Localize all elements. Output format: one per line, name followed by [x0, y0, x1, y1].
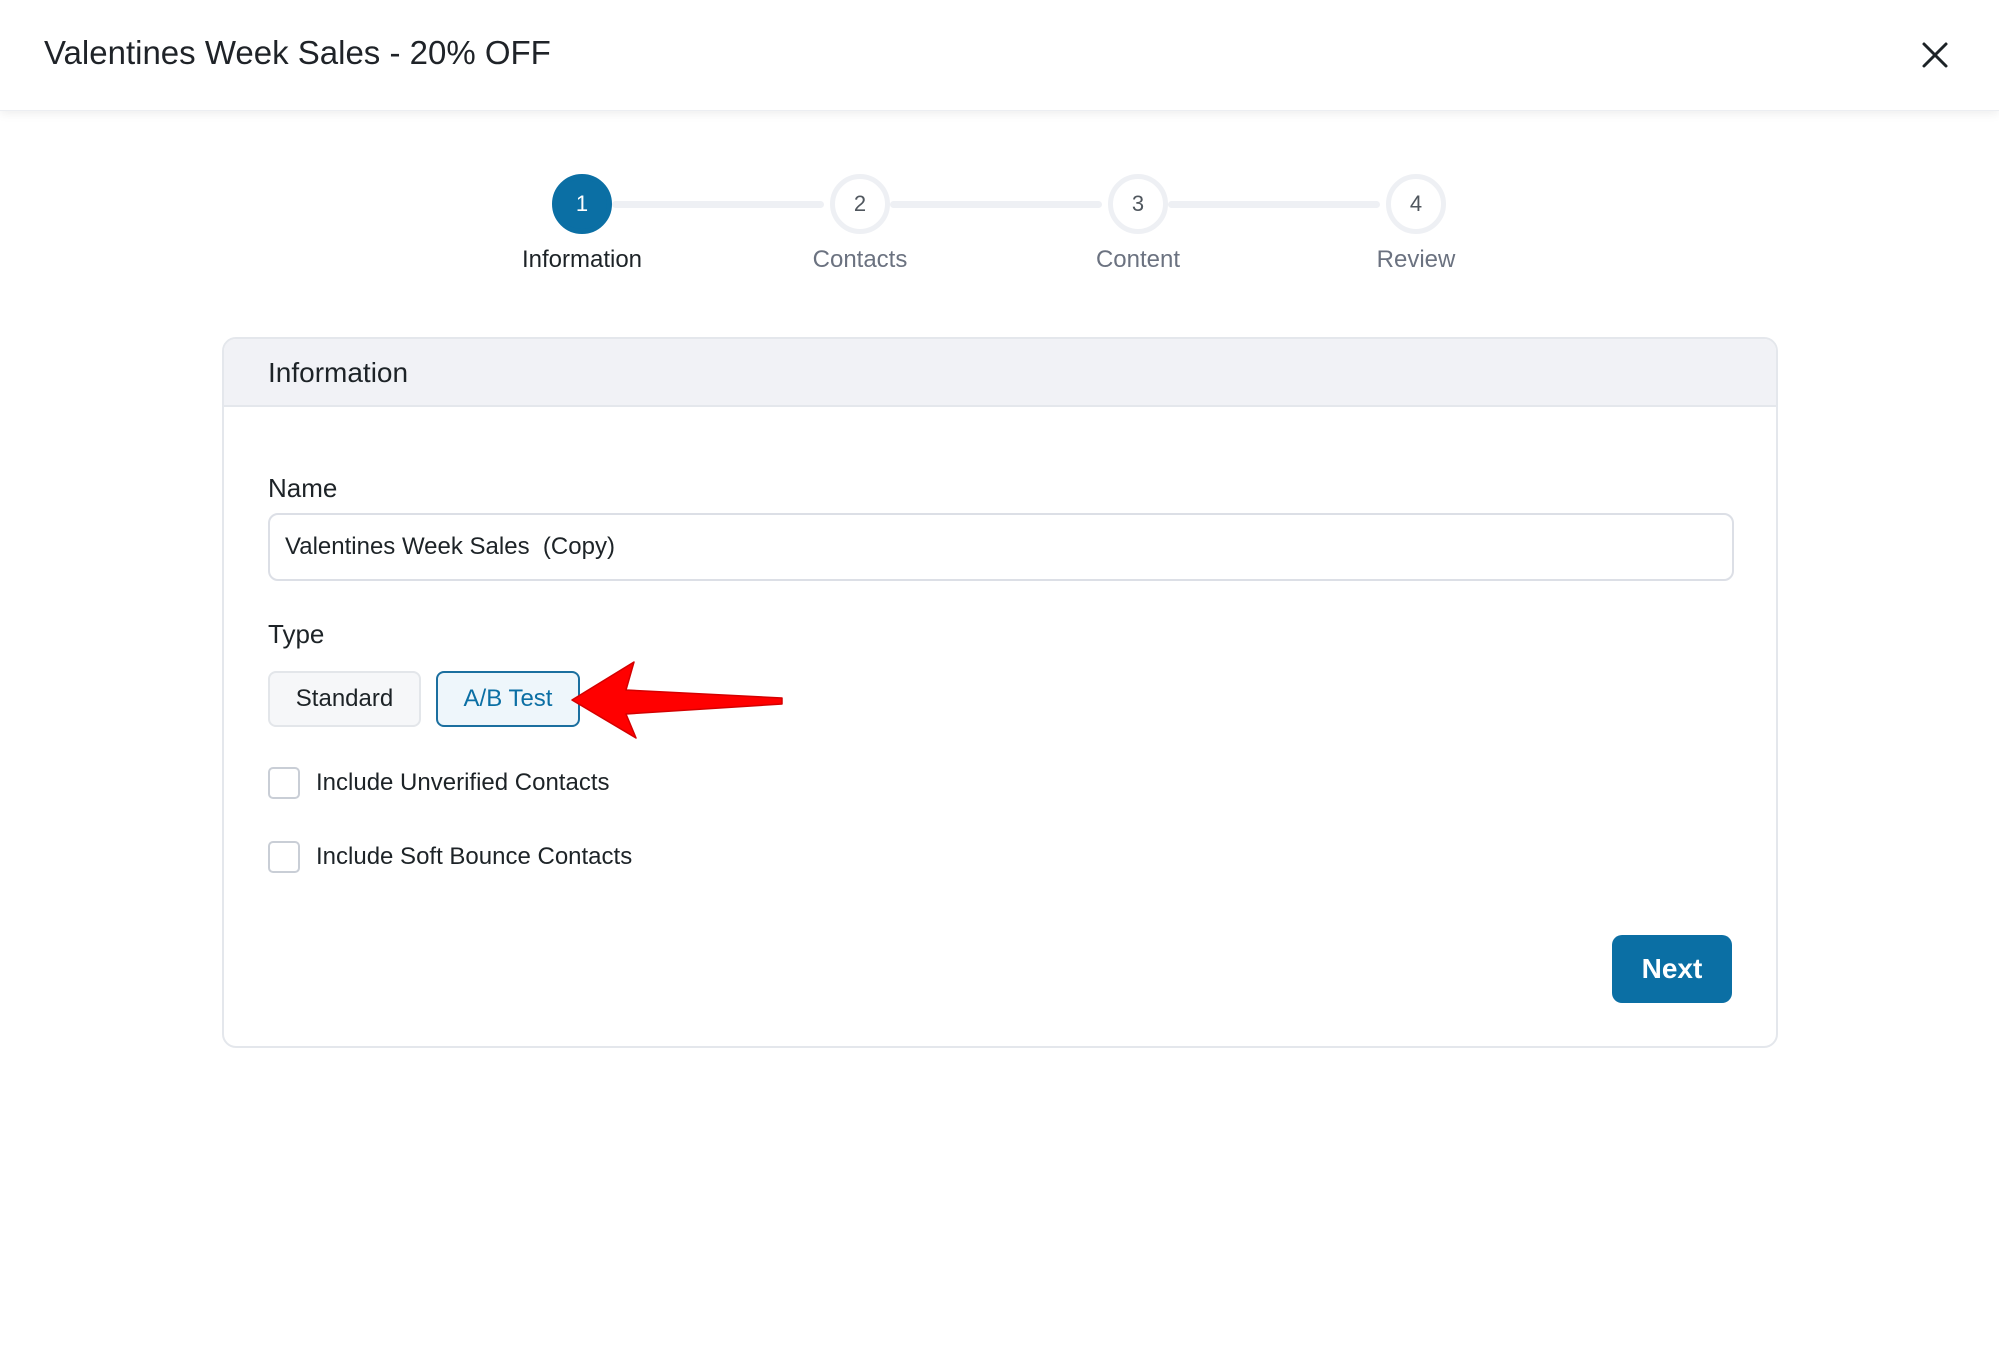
name-label: Name	[268, 473, 338, 503]
type-standard-button[interactable]: Standard	[268, 671, 421, 727]
step-label: Review	[1376, 246, 1456, 273]
type-label: Type	[268, 619, 325, 649]
step-contacts[interactable]: 2 Contacts	[750, 174, 970, 274]
step-label: Information	[521, 246, 643, 273]
step-content[interactable]: 3 Content	[1028, 174, 1248, 274]
wizard-stepper: 1 Information 2 Contacts 3 Content 4 Rev…	[0, 0, 1999, 300]
checkbox-label: Include Soft Bounce Contacts	[316, 843, 633, 870]
include-unverified-contacts[interactable]: Include Unverified Contacts	[268, 767, 609, 799]
step-number: 4	[1386, 174, 1446, 234]
red-arrow-icon	[571, 661, 783, 739]
step-label: Contacts	[812, 246, 908, 273]
step-number: 1	[552, 174, 612, 234]
information-card: Information Name Type Standard A/B Test …	[222, 337, 1778, 1048]
step-label: Content	[1095, 246, 1181, 273]
include-soft-bounce-contacts[interactable]: Include Soft Bounce Contacts	[268, 841, 632, 873]
step-information[interactable]: 1 Information	[472, 174, 692, 274]
checkbox[interactable]	[268, 841, 300, 873]
step-number: 2	[830, 174, 890, 234]
next-button[interactable]: Next	[1612, 935, 1732, 1003]
step-number: 3	[1108, 174, 1168, 234]
name-input[interactable]	[268, 513, 1734, 581]
checkbox[interactable]	[268, 767, 300, 799]
step-review[interactable]: 4 Review	[1306, 174, 1526, 274]
checkbox-label: Include Unverified Contacts	[316, 769, 610, 796]
type-ab-test-button[interactable]: A/B Test	[436, 671, 580, 727]
card-title: Information	[224, 339, 1776, 407]
